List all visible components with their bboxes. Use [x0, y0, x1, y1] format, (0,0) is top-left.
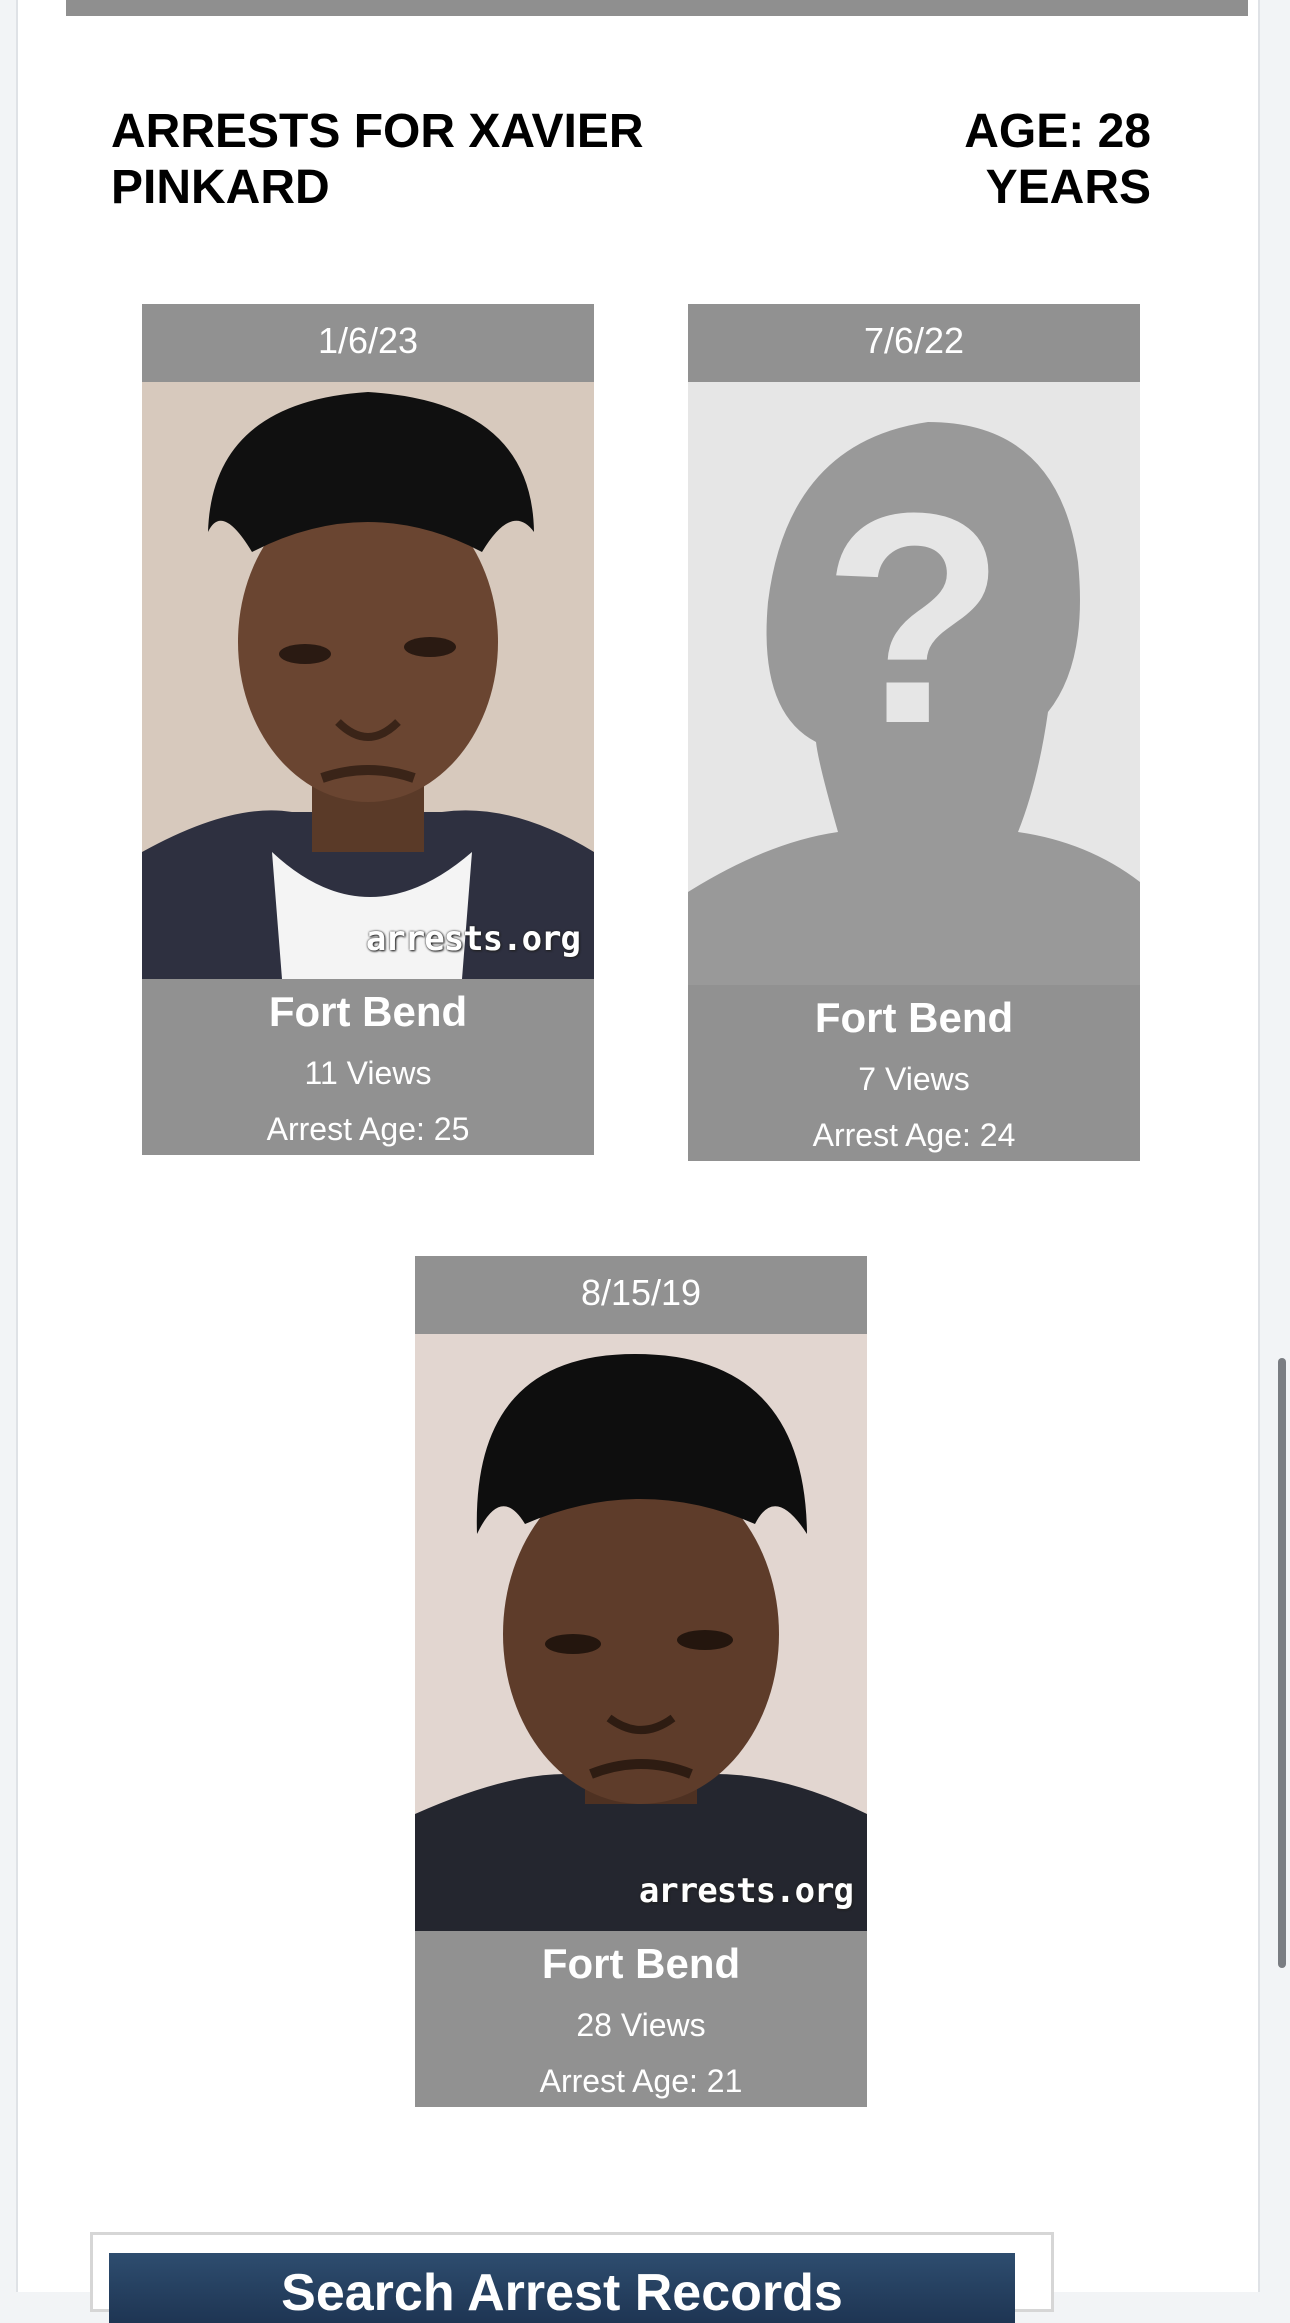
mugshot-photo[interactable]: arrests.org	[415, 1334, 867, 1931]
view-count: 7 Views	[858, 1061, 970, 1097]
top-divider-bar	[66, 0, 1248, 16]
arrest-age: Arrest Age: 25	[266, 1111, 470, 1147]
view-count: 28 Views	[576, 2007, 706, 2043]
arrest-date: 7/6/22	[688, 304, 1140, 382]
arrest-date: 1/6/23	[142, 304, 594, 382]
arrest-date: 8/15/19	[415, 1256, 867, 1334]
svg-text:?: ?	[822, 450, 1005, 786]
county-label: Fort Bend	[268, 988, 468, 1035]
watermark-text: arrests.org	[638, 1871, 854, 1911]
mugshot-image	[142, 382, 594, 979]
arrest-age: Arrest Age: 24	[812, 1117, 1016, 1153]
arrest-card[interactable]: 8/15/19 arrests.org Fort Bend 28 Views A…	[415, 1256, 867, 2107]
current-age: AGE: 28 YEARS	[964, 105, 1151, 214]
view-count: 11 Views	[304, 1055, 432, 1091]
scrollbar[interactable]	[1278, 1358, 1286, 1968]
search-records-banner[interactable]: Search Arrest Records	[109, 2253, 1015, 2323]
mugshot-photo[interactable]: arrests.org	[142, 382, 594, 979]
watermark-text: arrests.org	[365, 919, 581, 959]
mugshot-image	[415, 1334, 867, 1931]
county-label: Fort Bend	[541, 1940, 741, 1987]
arrest-card[interactable]: 7/6/22 ? Fort Bend 7 Views Arrest Age: 2…	[688, 304, 1140, 1161]
placeholder-photo[interactable]: ?	[688, 382, 1140, 985]
arrest-age: Arrest Age: 21	[539, 2063, 743, 2099]
search-records-panel: Search Arrest Records	[90, 2232, 1054, 2323]
unknown-person-icon: ?	[688, 382, 1140, 985]
page-title: ARRESTS FOR XAVIER PINKARD	[111, 105, 644, 214]
county-label: Fort Bend	[814, 994, 1014, 1041]
arrest-card[interactable]: 1/6/23 arrests.org Fort Bend 11 Views Ar…	[142, 304, 594, 1155]
page-container: ARRESTS FOR XAVIER PINKARD AGE: 28 YEARS…	[16, 0, 1260, 2323]
